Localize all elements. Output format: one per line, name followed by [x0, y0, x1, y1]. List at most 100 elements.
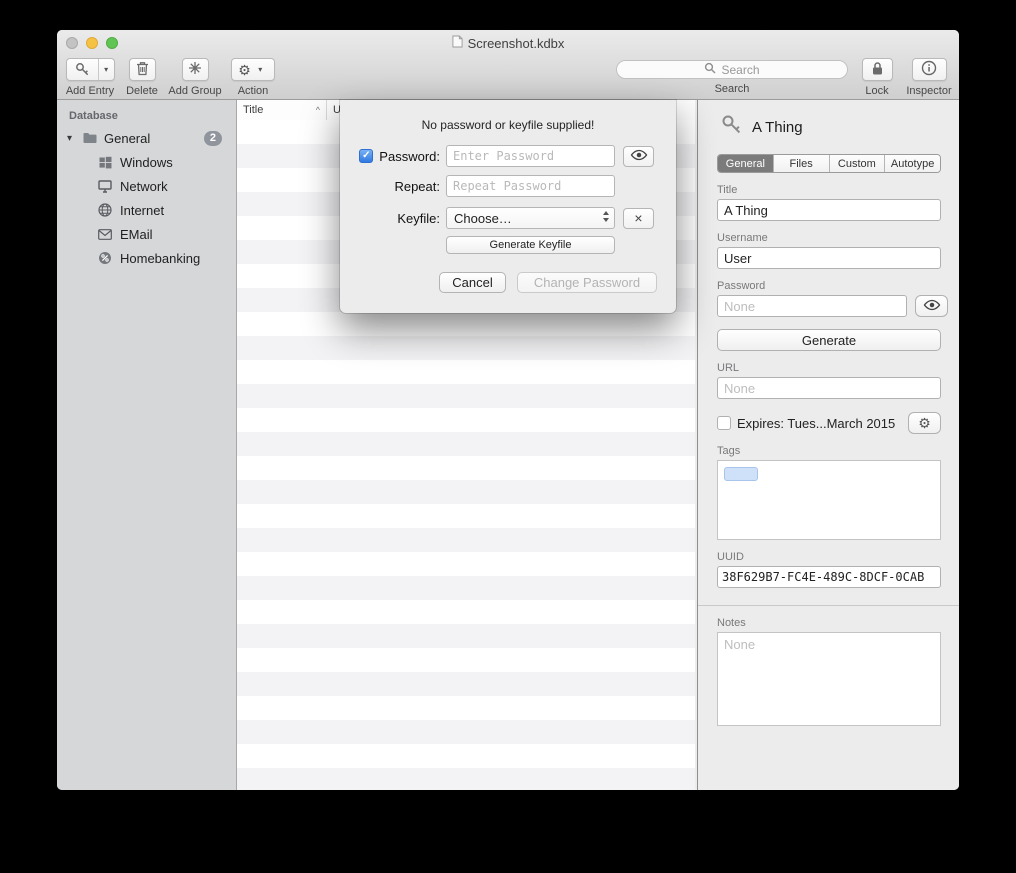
repeat-label: Repeat:: [394, 179, 440, 194]
cancel-button[interactable]: Cancel: [439, 272, 506, 293]
toolbar-item-add-group: Add Group: [167, 58, 223, 97]
add-group-icon: [188, 61, 202, 78]
tab-autotype[interactable]: Autotype: [885, 155, 940, 172]
action-button[interactable]: ⚙ ▾: [231, 58, 275, 81]
toolbar-item-action: ⚙ ▾ Action: [229, 58, 277, 97]
repeat-input[interactable]: [446, 175, 615, 197]
add-entry-button[interactable]: ▾: [66, 58, 115, 81]
repeat-row: Repeat:: [354, 175, 662, 197]
sidebar-group-label: General: [104, 131, 150, 146]
sidebar-group-label: Network: [120, 179, 168, 194]
gear-icon: ⚙: [918, 416, 931, 430]
traffic-lights: [66, 37, 118, 49]
url-field[interactable]: [717, 377, 941, 399]
info-icon: [921, 60, 937, 79]
sidebar-group-general[interactable]: ▾ General 2: [57, 126, 236, 150]
password-input[interactable]: [446, 145, 615, 167]
homebanking-icon: [97, 251, 113, 265]
uuid-field[interactable]: [717, 566, 941, 588]
password-field-label: Password: [717, 280, 941, 292]
expires-row: Expires: Tues...March 2015 ⚙: [717, 412, 941, 434]
expires-settings-button[interactable]: ⚙: [908, 412, 941, 434]
expires-label: Expires: Tues...March 2015: [737, 416, 902, 431]
sidebar-group-internet[interactable]: Internet: [57, 198, 236, 222]
clear-keyfile-button[interactable]: ×: [623, 208, 654, 229]
tab-files[interactable]: Files: [774, 155, 830, 172]
windows-icon: [97, 156, 113, 169]
chevron-down-icon[interactable]: ▾: [99, 65, 114, 74]
app-window: Screenshot.kdbx ▾ Add Entry Delete: [57, 30, 959, 790]
sidebar: Database ▾ General 2 Windows Network: [57, 100, 237, 790]
envelope-icon: [97, 229, 113, 240]
uuid-label: UUID: [717, 551, 941, 563]
inspector-panel: A Thing General Files Custom Autotype Ti…: [697, 100, 959, 790]
toolbar-item-add-entry: ▾ Add Entry: [64, 58, 116, 97]
search-label: Search: [715, 83, 750, 95]
count-badge: 2: [204, 131, 222, 146]
keyfile-label: Keyfile:: [397, 211, 440, 226]
change-password-button[interactable]: Change Password: [517, 272, 657, 293]
add-entry-label: Add Entry: [66, 85, 114, 97]
lock-icon: [871, 61, 884, 79]
zoom-button[interactable]: [106, 37, 118, 49]
toolbar-item-search: Search Search: [616, 58, 848, 95]
inspector-tabs: General Files Custom Autotype: [717, 154, 941, 173]
column-title-label: Title: [243, 104, 263, 116]
add-group-button[interactable]: [182, 58, 209, 81]
action-label: Action: [238, 85, 269, 97]
url-field-label: URL: [717, 362, 941, 374]
eye-icon: [923, 299, 941, 314]
keyfile-value: Choose…: [454, 211, 512, 226]
show-password-button[interactable]: [623, 146, 654, 167]
sidebar-group-email[interactable]: EMail: [57, 222, 236, 246]
sidebar-group-homebanking[interactable]: Homebanking: [57, 246, 236, 270]
dialog-message: No password or keyfile supplied!: [340, 100, 676, 132]
generate-password-button[interactable]: Generate: [717, 329, 941, 351]
notes-label: Notes: [717, 617, 941, 629]
title-field-label: Title: [717, 184, 941, 196]
toolbar-item-delete: Delete: [123, 58, 161, 97]
password-checkbox[interactable]: ✓: [359, 149, 373, 163]
sidebar-group-label: Internet: [120, 203, 164, 218]
tags-label: Tags: [717, 445, 941, 457]
column-header-title[interactable]: Title ^: [237, 100, 327, 120]
password-row: ✓ Password:: [354, 145, 662, 167]
delete-label: Delete: [126, 85, 158, 97]
generate-keyfile-row: Generate Keyfile: [354, 236, 662, 254]
tags-field[interactable]: [717, 460, 941, 540]
expires-checkbox[interactable]: [717, 416, 731, 430]
minimize-button[interactable]: [86, 37, 98, 49]
sidebar-group-network[interactable]: Network: [57, 174, 236, 198]
generate-keyfile-button[interactable]: Generate Keyfile: [446, 236, 615, 254]
password-field[interactable]: [717, 295, 907, 317]
check-icon: ✓: [362, 151, 370, 161]
search-input[interactable]: Search: [616, 60, 848, 79]
key-icon: [67, 59, 99, 80]
folder-icon: [82, 132, 98, 144]
tag-pill[interactable]: [724, 467, 758, 481]
sort-ascending-icon: ^: [316, 105, 320, 115]
inspector-divider: [698, 605, 959, 606]
sidebar-group-windows[interactable]: Windows: [57, 150, 236, 174]
trash-icon: [136, 61, 149, 79]
close-button[interactable]: [66, 37, 78, 49]
sidebar-section-header: Database: [69, 110, 236, 122]
notes-field[interactable]: [717, 632, 941, 726]
stepper-icon: [602, 210, 610, 226]
delete-button[interactable]: [129, 58, 156, 81]
lock-button[interactable]: [862, 58, 893, 81]
keyfile-popup[interactable]: Choose…: [446, 207, 615, 229]
document-icon: [452, 35, 463, 53]
tab-custom[interactable]: Custom: [830, 155, 886, 172]
show-password-button[interactable]: [915, 295, 948, 317]
title-field[interactable]: [717, 199, 941, 221]
tab-general[interactable]: General: [718, 155, 774, 172]
disclosure-triangle-icon[interactable]: ▾: [67, 133, 81, 144]
chevron-down-icon: ▾: [253, 65, 268, 74]
inspector-button[interactable]: [912, 58, 947, 81]
close-icon: ×: [634, 211, 642, 225]
search-icon: [704, 62, 716, 77]
eye-icon: [630, 149, 648, 164]
username-field[interactable]: [717, 247, 941, 269]
sidebar-group-label: Homebanking: [120, 251, 200, 266]
